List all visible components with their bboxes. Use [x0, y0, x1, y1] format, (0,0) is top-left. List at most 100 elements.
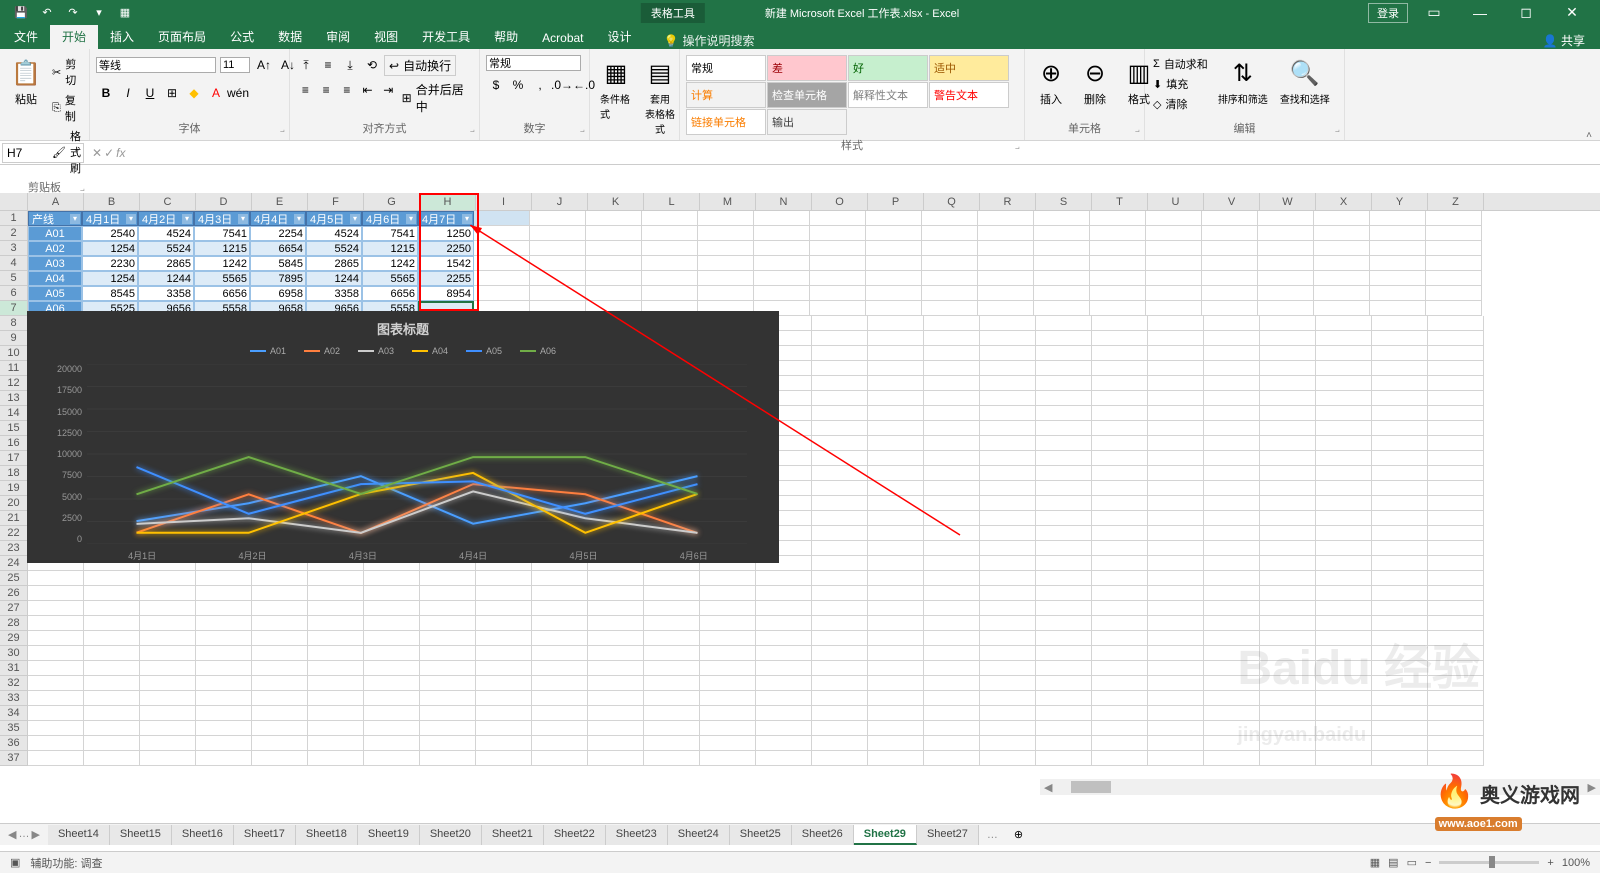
- delete-cells-button[interactable]: ⊖删除: [1075, 55, 1115, 109]
- sheet-tab-Sheet16[interactable]: Sheet16: [172, 825, 234, 845]
- cell-I29[interactable]: [476, 631, 532, 646]
- record-macro-icon[interactable]: ▣: [10, 856, 20, 869]
- cell-M26[interactable]: [700, 586, 756, 601]
- cell-D6[interactable]: 6656: [194, 286, 250, 301]
- cell-O28[interactable]: [812, 616, 868, 631]
- cell-T19[interactable]: [1092, 481, 1148, 496]
- style-差[interactable]: 差: [767, 55, 847, 81]
- cell-U5[interactable]: [1146, 271, 1202, 286]
- cell-S4[interactable]: [1034, 256, 1090, 271]
- row-header-21[interactable]: 21: [0, 511, 28, 526]
- col-header-F[interactable]: F: [308, 193, 364, 210]
- cell-V30[interactable]: [1204, 646, 1260, 661]
- find-select-button[interactable]: 🔍查找和选择: [1276, 55, 1334, 108]
- cell-O11[interactable]: [812, 361, 868, 376]
- row-header-4[interactable]: 4: [0, 256, 28, 271]
- cell-Z12[interactable]: [1428, 376, 1484, 391]
- cell-B1[interactable]: 4月1日▾: [82, 211, 138, 226]
- cell-V7[interactable]: [1202, 301, 1258, 316]
- autosum-button[interactable]: Σ 自动求和: [1151, 55, 1210, 73]
- cell-O8[interactable]: [812, 316, 868, 331]
- cell-C34[interactable]: [140, 706, 196, 721]
- cell-V26[interactable]: [1204, 586, 1260, 601]
- row-header-13[interactable]: 13: [0, 391, 28, 406]
- cell-Y28[interactable]: [1372, 616, 1428, 631]
- cell-O24[interactable]: [812, 556, 868, 571]
- cell-N29[interactable]: [756, 631, 812, 646]
- cell-O7[interactable]: [810, 301, 866, 316]
- redo-icon[interactable]: ↷: [62, 2, 84, 24]
- cell-U4[interactable]: [1146, 256, 1202, 271]
- cell-A28[interactable]: [28, 616, 84, 631]
- cell-X4[interactable]: [1314, 256, 1370, 271]
- cell-X8[interactable]: [1316, 316, 1372, 331]
- cell-O23[interactable]: [812, 541, 868, 556]
- cell-W16[interactable]: [1260, 436, 1316, 451]
- cell-N36[interactable]: [756, 736, 812, 751]
- cell-P33[interactable]: [868, 691, 924, 706]
- cell-T21[interactable]: [1092, 511, 1148, 526]
- cell-T8[interactable]: [1092, 316, 1148, 331]
- cell-T15[interactable]: [1092, 421, 1148, 436]
- cell-G29[interactable]: [364, 631, 420, 646]
- cell-T36[interactable]: [1092, 736, 1148, 751]
- cell-L2[interactable]: [642, 226, 698, 241]
- cell-N5[interactable]: [754, 271, 810, 286]
- cell-I4[interactable]: [474, 256, 530, 271]
- cell-Q37[interactable]: [924, 751, 980, 766]
- cell-S11[interactable]: [1036, 361, 1092, 376]
- cell-K35[interactable]: [588, 721, 644, 736]
- col-header-T[interactable]: T: [1092, 193, 1148, 210]
- cell-H37[interactable]: [420, 751, 476, 766]
- cell-R7[interactable]: [978, 301, 1034, 316]
- cell-W28[interactable]: [1260, 616, 1316, 631]
- cell-O34[interactable]: [812, 706, 868, 721]
- ribbon-tab-开始[interactable]: 开始: [50, 24, 98, 49]
- cell-E31[interactable]: [252, 661, 308, 676]
- cell-Y3[interactable]: [1370, 241, 1426, 256]
- cell-O1[interactable]: [810, 211, 866, 226]
- cell-Z36[interactable]: [1428, 736, 1484, 751]
- cell-D26[interactable]: [196, 586, 252, 601]
- cell-S16[interactable]: [1036, 436, 1092, 451]
- cell-Z19[interactable]: [1428, 481, 1484, 496]
- col-header-I[interactable]: I: [476, 193, 532, 210]
- cell-P29[interactable]: [868, 631, 924, 646]
- cell-F6[interactable]: 3358: [306, 286, 362, 301]
- cell-J28[interactable]: [532, 616, 588, 631]
- col-header-K[interactable]: K: [588, 193, 644, 210]
- cell-E34[interactable]: [252, 706, 308, 721]
- cell-L32[interactable]: [644, 676, 700, 691]
- cell-H6[interactable]: 8954: [418, 286, 474, 301]
- cell-G30[interactable]: [364, 646, 420, 661]
- cell-I36[interactable]: [476, 736, 532, 751]
- cell-E1[interactable]: 4月4日▾: [250, 211, 306, 226]
- view-page-break-icon[interactable]: ▭: [1407, 856, 1417, 869]
- cell-N3[interactable]: [754, 241, 810, 256]
- cell-M1[interactable]: [698, 211, 754, 226]
- sheet-tab-Sheet17[interactable]: Sheet17: [234, 825, 296, 845]
- cell-V25[interactable]: [1204, 571, 1260, 586]
- cell-V4[interactable]: [1202, 256, 1258, 271]
- cell-D32[interactable]: [196, 676, 252, 691]
- cell-G33[interactable]: [364, 691, 420, 706]
- cell-F29[interactable]: [308, 631, 364, 646]
- cell-Q16[interactable]: [924, 436, 980, 451]
- cell-P14[interactable]: [868, 406, 924, 421]
- cell-F35[interactable]: [308, 721, 364, 736]
- increase-decimal-icon[interactable]: .0→: [552, 75, 572, 95]
- cell-Y24[interactable]: [1372, 556, 1428, 571]
- border-icon[interactable]: ⊞: [162, 83, 182, 103]
- cell-Z24[interactable]: [1428, 556, 1484, 571]
- cell-O6[interactable]: [810, 286, 866, 301]
- cell-Q17[interactable]: [924, 451, 980, 466]
- cell-K27[interactable]: [588, 601, 644, 616]
- cell-P36[interactable]: [868, 736, 924, 751]
- cell-S14[interactable]: [1036, 406, 1092, 421]
- cell-W30[interactable]: [1260, 646, 1316, 661]
- cell-P22[interactable]: [868, 526, 924, 541]
- cell-A1[interactable]: 产线▾: [28, 211, 82, 226]
- cell-R10[interactable]: [980, 346, 1036, 361]
- cell-W20[interactable]: [1260, 496, 1316, 511]
- cell-C6[interactable]: 3358: [138, 286, 194, 301]
